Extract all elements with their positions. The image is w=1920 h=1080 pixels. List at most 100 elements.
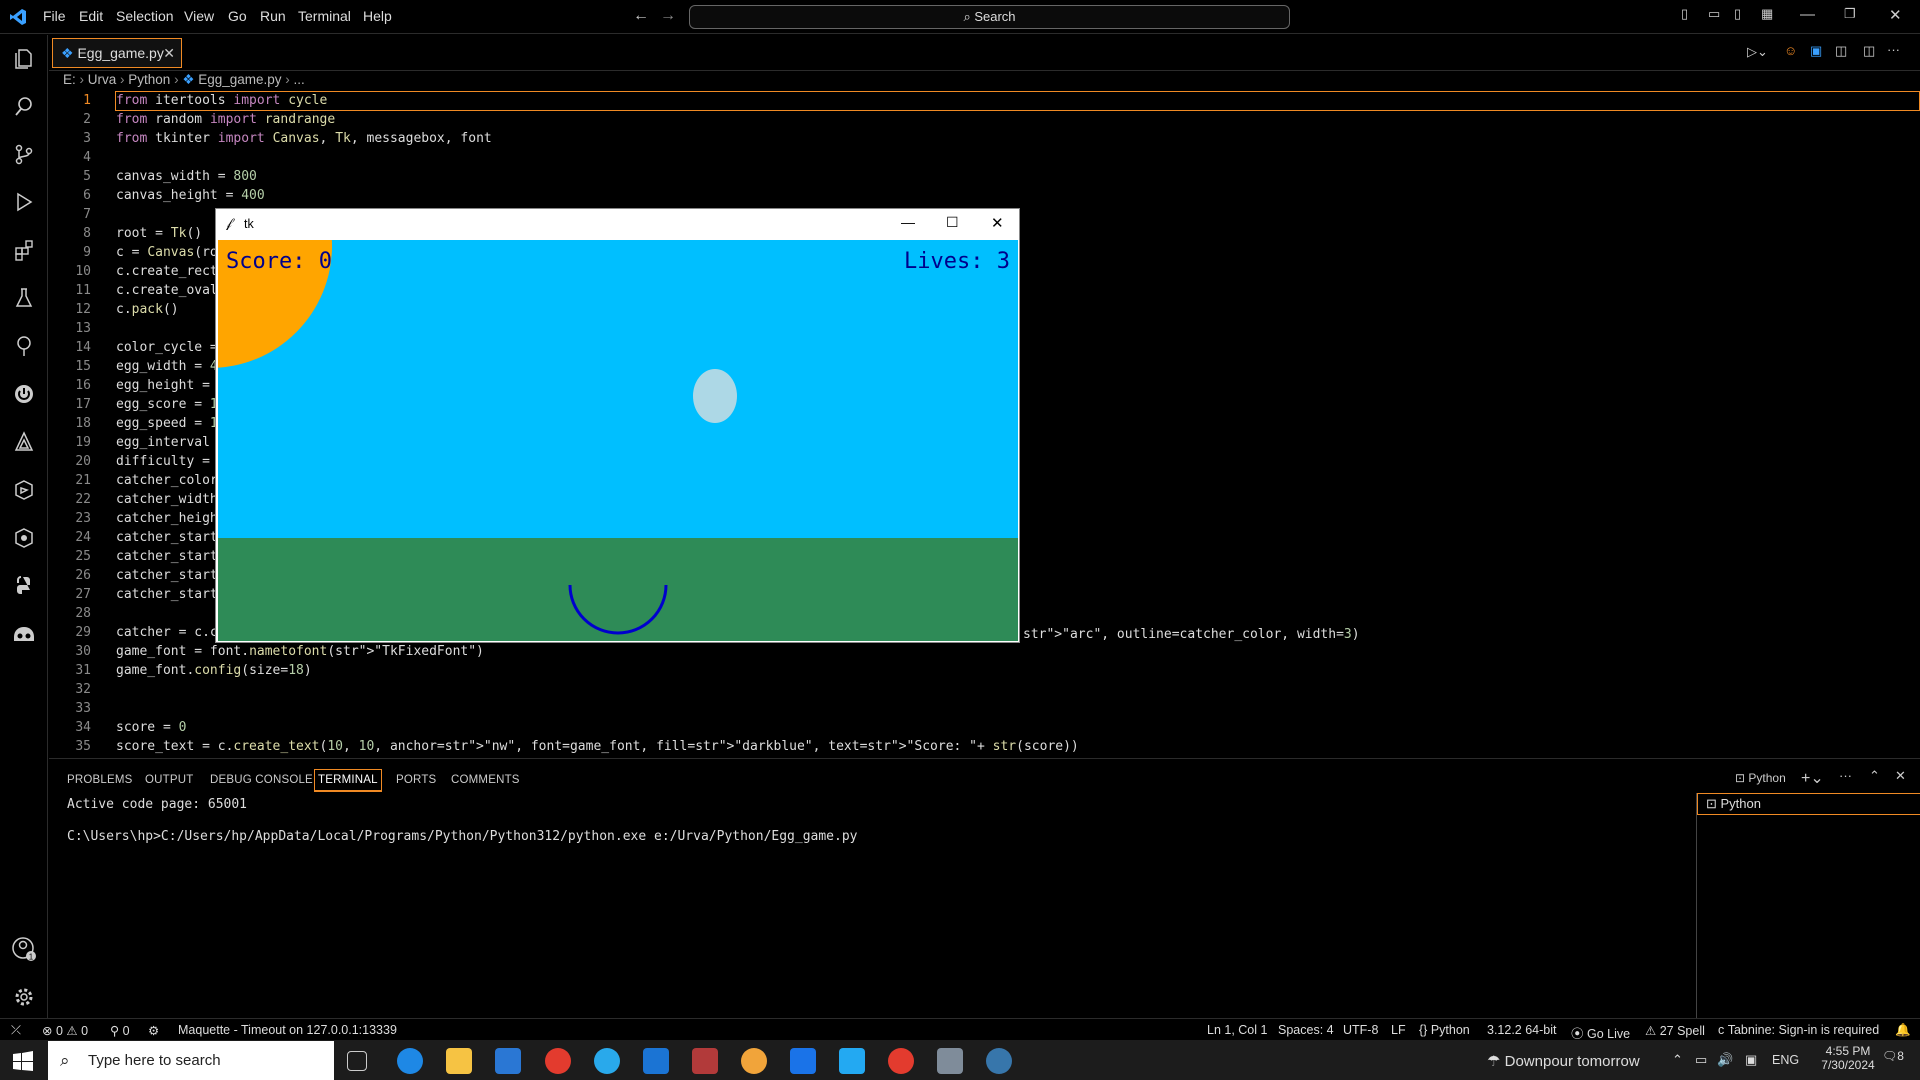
- testing-flask-icon[interactable]: [10, 284, 38, 312]
- code-line[interactable]: color_cycle =: [116, 340, 218, 355]
- code-line[interactable]: root = Tk(): [116, 226, 202, 241]
- package-icon[interactable]: [10, 476, 38, 504]
- maquette-status[interactable]: Maquette - Timeout on 127.0.0.1:13339: [178, 1023, 397, 1037]
- telegram-icon[interactable]: [594, 1048, 620, 1074]
- code-line[interactable]: c.create_rect: [116, 264, 218, 279]
- copilot-status-icon[interactable]: ☺: [1784, 43, 1797, 58]
- python-icon[interactable]: [10, 572, 38, 600]
- python-taskbar-icon[interactable]: [986, 1048, 1012, 1074]
- toggle-panel-icon[interactable]: ▭: [1708, 6, 1720, 22]
- tk-game-window[interactable]: 𝒻 tk — ☐ ✕ Score: 0 Lives: 3: [215, 208, 1020, 643]
- code-line[interactable]: egg_height =: [116, 378, 210, 393]
- code-line[interactable]: game_font.config(size=18): [116, 663, 312, 678]
- close-panel-icon[interactable]: ✕: [1895, 768, 1906, 784]
- winrar-icon[interactable]: [692, 1048, 718, 1074]
- python-interpreter[interactable]: 3.12.2 64-bit: [1487, 1023, 1557, 1037]
- ports-status[interactable]: ⚲ 0: [110, 1023, 130, 1038]
- terminal-list-item[interactable]: ⊡ Python: [1697, 793, 1920, 815]
- indentation[interactable]: Spaces: 4: [1278, 1023, 1334, 1037]
- code-line[interactable]: egg_score = 1: [116, 397, 218, 412]
- code-line[interactable]: from tkinter import Canvas, Tk, messageb…: [116, 131, 492, 146]
- code-line[interactable]: game_font = font.nametofont(str">"TkFixe…: [116, 644, 484, 659]
- source-control-icon[interactable]: [10, 140, 38, 168]
- run-debug-icon[interactable]: [10, 188, 38, 216]
- breadcrumb-file[interactable]: Egg_game.py: [198, 72, 281, 87]
- remote-icon[interactable]: [10, 524, 38, 552]
- restore-icon[interactable]: ❐: [1844, 6, 1856, 22]
- preview-icon[interactable]: ▣: [1810, 43, 1822, 59]
- tab-output[interactable]: OUTPUT: [145, 774, 193, 786]
- close-tab-icon[interactable]: ✕: [163, 39, 175, 67]
- terminal-output[interactable]: Active code page: 65001 C:\Users\hp>C:/Us…: [67, 797, 858, 844]
- debug-icon[interactable]: ⚙: [148, 1023, 159, 1038]
- toggle-secondary-sidebar-icon[interactable]: ▯: [1734, 6, 1741, 22]
- input-language[interactable]: ENG: [1772, 1053, 1799, 1067]
- code-line[interactable]: score_text = c.create_text(10, 10, ancho…: [116, 739, 1079, 754]
- forward-arrow-icon[interactable]: →: [660, 7, 676, 25]
- code-line[interactable]: catcher_color: [116, 473, 218, 488]
- tk-close-icon[interactable]: ✕: [991, 214, 1004, 232]
- menu-terminal[interactable]: Terminal: [298, 8, 351, 24]
- code-line[interactable]: score = 0: [116, 720, 186, 735]
- mail-icon[interactable]: [790, 1048, 816, 1074]
- chrome-icon[interactable]: [545, 1048, 571, 1074]
- tab-terminal[interactable]: TERMINAL: [314, 769, 382, 792]
- taskbar-search[interactable]: ⌕ Type here to search: [48, 1041, 334, 1080]
- code-line[interactable]: catcher_width: [116, 492, 218, 507]
- menu-file[interactable]: File: [43, 8, 66, 24]
- code-line[interactable]: c.create_oval: [116, 283, 218, 298]
- tab-ports[interactable]: PORTS: [396, 774, 436, 786]
- spell-check[interactable]: ⚠ 27 Spell: [1645, 1023, 1705, 1038]
- maximize-panel-icon[interactable]: ⌃: [1869, 768, 1880, 784]
- explorer-icon[interactable]: [10, 44, 38, 72]
- power-icon[interactable]: [10, 380, 38, 408]
- chrome-alt-icon[interactable]: [888, 1048, 914, 1074]
- menu-edit[interactable]: Edit: [79, 8, 103, 24]
- breadcrumb-drive[interactable]: E:: [63, 72, 76, 87]
- tab-egg-game[interactable]: ❖ Egg_game.py ✕: [52, 38, 182, 68]
- copilot-icon[interactable]: [10, 620, 38, 648]
- volume-icon[interactable]: 🔊: [1717, 1052, 1733, 1068]
- accounts-icon[interactable]: 1: [10, 935, 38, 963]
- code-line[interactable]: egg_width = 4: [116, 359, 218, 374]
- game-canvas[interactable]: Score: 0 Lives: 3: [218, 240, 1018, 641]
- customize-layout-icon[interactable]: ▦: [1761, 6, 1773, 22]
- chrome-profile-icon[interactable]: [741, 1048, 767, 1074]
- encoding[interactable]: UTF-8: [1343, 1023, 1378, 1037]
- code-line[interactable]: catcher_start: [116, 568, 218, 583]
- app-blue-icon[interactable]: [643, 1048, 669, 1074]
- panel-more-icon[interactable]: ···: [1839, 768, 1852, 783]
- code-line[interactable]: c.pack(): [116, 302, 179, 317]
- menu-help[interactable]: Help: [363, 8, 392, 24]
- cursor-position[interactable]: Ln 1, Col 1: [1207, 1023, 1267, 1037]
- meet-icon[interactable]: ▣: [1745, 1052, 1757, 1068]
- command-center-search[interactable]: ⌕ Search: [689, 5, 1290, 29]
- show-hidden-icons-icon[interactable]: ⌃: [1672, 1052, 1683, 1068]
- code-line[interactable]: egg_speed = 1: [116, 416, 218, 431]
- language-mode[interactable]: {} Python: [1419, 1023, 1470, 1037]
- vscode-taskbar-icon[interactable]: [839, 1048, 865, 1074]
- code-line[interactable]: from random import randrange: [116, 112, 335, 127]
- code-line[interactable]: canvas_width = 800: [116, 169, 257, 184]
- more-actions-icon[interactable]: ···: [1887, 42, 1900, 57]
- breadcrumb-urva[interactable]: Urva: [88, 72, 117, 87]
- code-line[interactable]: c = Canvas(ro: [116, 245, 218, 260]
- remote-indicator-icon[interactable]: ⤫: [11, 1023, 21, 1038]
- code-line[interactable]: canvas_height = 400: [116, 188, 265, 203]
- notification-center-icon[interactable]: 🗨8: [1882, 1049, 1904, 1063]
- menu-go[interactable]: Go: [228, 8, 247, 24]
- tab-comments[interactable]: COMMENTS: [451, 774, 520, 786]
- run-python-icon[interactable]: ▷⌄: [1747, 44, 1768, 60]
- tk-maximize-icon[interactable]: ☐: [946, 214, 959, 231]
- tree-icon[interactable]: [10, 332, 38, 360]
- menu-run[interactable]: Run: [260, 8, 286, 24]
- tab-debug-console[interactable]: DEBUG CONSOLE: [210, 774, 313, 786]
- open-changes-icon[interactable]: ◫: [1835, 43, 1847, 59]
- toggle-sidebar-icon[interactable]: ▯: [1681, 6, 1688, 22]
- code-line[interactable]: egg_interval: [116, 435, 210, 450]
- store-icon[interactable]: [495, 1048, 521, 1074]
- deploy-icon[interactable]: [10, 428, 38, 456]
- close-window-icon[interactable]: ✕: [1889, 6, 1902, 24]
- extensions-icon[interactable]: [10, 236, 38, 264]
- split-editor-icon[interactable]: ◫: [1863, 43, 1875, 59]
